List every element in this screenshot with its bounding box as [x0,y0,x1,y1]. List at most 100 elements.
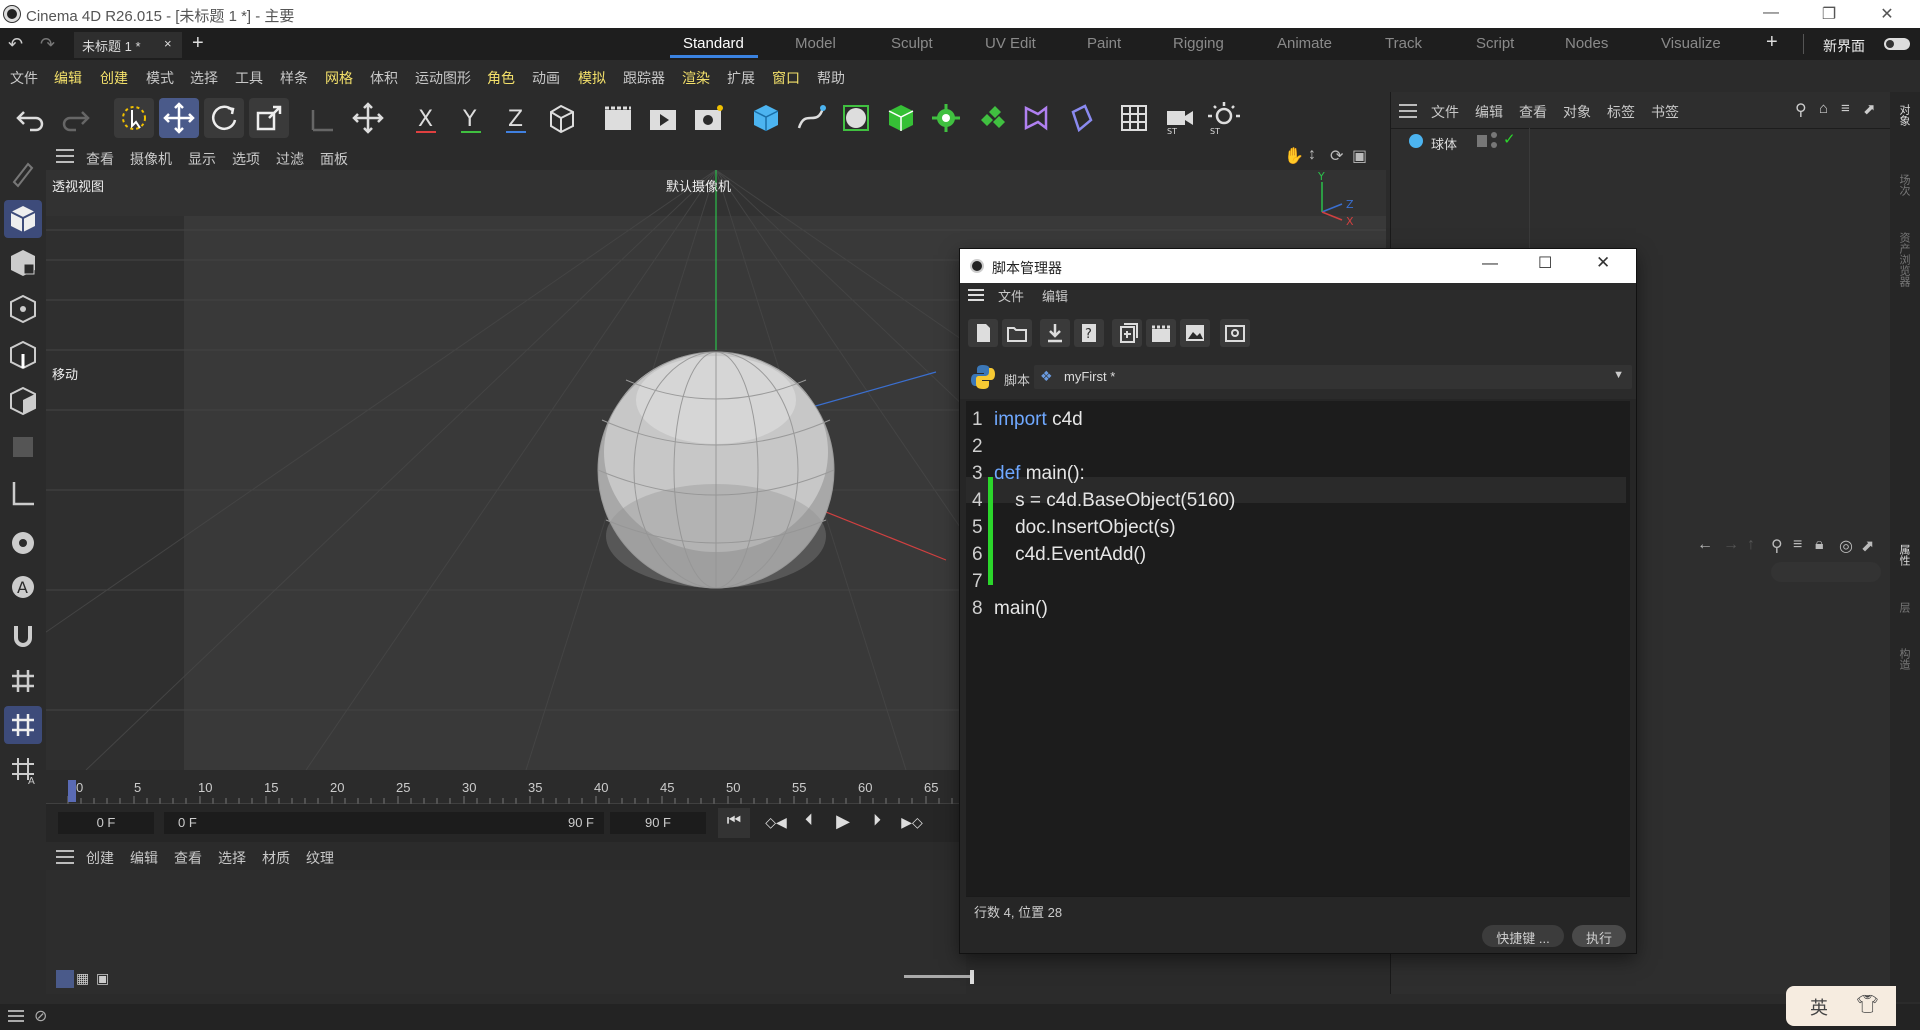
scale-tool-icon[interactable] [249,98,289,138]
menu-tracker[interactable]: 跟踪器 [623,68,665,88]
zoom-view-icon[interactable]: ↕ [1308,146,1316,164]
ime-indicator[interactable]: 英 👕︎ [1786,986,1896,1026]
render-picture-viewer-icon[interactable] [643,98,683,138]
viewport-hamburger-icon[interactable] [56,149,74,163]
workplane-lock-icon[interactable] [4,706,42,744]
attr-search-icon[interactable]: ⚲ [1771,536,1783,556]
status-menu-icon[interactable] [8,1010,24,1022]
grid-view-icon[interactable]: ▦ [76,970,94,988]
next-frame-icon[interactable]: ⏵ [862,808,892,838]
menu-file[interactable]: 文件 [10,68,38,88]
points-mode-icon[interactable] [4,290,42,328]
mat-menu-select[interactable]: 选择 [218,848,246,868]
viewport-menu-options[interactable]: 选项 [232,149,260,169]
shortcut-button[interactable]: 快捷键 ... [1482,925,1564,947]
minimize-button[interactable]: — [1756,4,1786,24]
script-clapper-icon[interactable] [1146,319,1176,347]
menu-spline[interactable]: 样条 [280,68,308,88]
restore-button[interactable]: ❐ [1814,4,1844,24]
tab-rigging[interactable]: Rigging [1173,35,1224,52]
add-layout-icon[interactable]: + [1766,31,1778,54]
viewport-menu-filter[interactable]: 过滤 [276,149,304,169]
new-script-icon[interactable] [968,319,998,347]
menu-window[interactable]: 窗口 [772,68,800,88]
sm-menu-file[interactable]: 文件 [998,286,1024,305]
viewport-menu-display[interactable]: 显示 [188,149,216,169]
large-view-icon[interactable]: ▣ [96,970,114,988]
light-object-icon[interactable]: ST [1204,98,1244,138]
field-icon[interactable] [1061,98,1101,138]
tab-paint[interactable]: Paint [1087,35,1121,52]
script-image-icon[interactable] [1180,319,1210,347]
target-icon[interactable]: ◎ [1839,536,1853,556]
tab-standard[interactable]: Standard [683,35,744,52]
menu-create[interactable]: 创建 [100,68,128,88]
menu-volume[interactable]: 体积 [370,68,398,88]
obj-menu-file[interactable]: 文件 [1431,102,1459,122]
attr-filter-icon[interactable]: ≡ [1793,536,1802,554]
workplane-align-icon[interactable]: A [4,750,42,788]
current-frame-field[interactable]: 0 F [58,812,154,834]
tab-model[interactable]: Model [795,35,836,52]
render-settings-icon[interactable] [688,98,728,138]
toggle-views-icon[interactable]: ▣ [1352,146,1367,166]
coordinate-system-icon[interactable] [303,98,343,138]
z-axis-lock-icon[interactable]: Z [496,98,536,138]
mat-menu-texture[interactable]: 纹理 [306,848,334,868]
polygons-mode-icon[interactable] [4,382,42,420]
prev-frame-icon[interactable]: ⏴ [794,808,824,838]
preview-size-handle[interactable] [970,970,974,984]
close-tab-icon[interactable]: × [164,36,172,51]
move-tool-icon[interactable] [159,98,199,138]
mat-menu-create[interactable]: 创建 [86,848,114,868]
vtab-objects[interactable]: 对象 [1896,104,1912,126]
menu-mesh[interactable]: 网格 [325,68,353,88]
mat-menu-view[interactable]: 查看 [174,848,202,868]
vtab-layers[interactable]: 层 [1896,602,1912,613]
obj-menu-view[interactable]: 查看 [1519,102,1547,122]
obj-menu-tags[interactable]: 标签 [1607,102,1635,122]
menu-mode[interactable]: 模式 [146,68,174,88]
viewport-menu-cameras[interactable]: 摄像机 [130,149,172,169]
x-axis-lock-icon[interactable]: X [406,98,446,138]
import-script-icon[interactable] [1040,319,1070,347]
close-button[interactable]: ✕ [1872,4,1902,24]
tab-animate[interactable]: Animate [1277,35,1332,52]
menu-mograph[interactable]: 运动图形 [415,68,471,88]
enabled-check-icon[interactable]: ✓ [1503,130,1516,148]
transform-icon[interactable] [348,98,388,138]
sculpt-mode-icon[interactable] [4,154,42,192]
list-view-icon[interactable] [56,970,74,988]
play-icon[interactable]: ▶ [828,808,858,838]
redo-icon[interactable] [56,98,96,138]
live-selection-icon[interactable] [114,98,154,138]
world-coordinates-icon[interactable] [541,98,581,138]
execute-button[interactable]: 执行 [1572,925,1626,947]
deformer-icon[interactable] [1016,98,1056,138]
auto-key-icon[interactable]: A [4,568,42,606]
orbit-view-icon[interactable]: ⟳ [1330,146,1343,166]
material-hamburger-icon[interactable] [56,850,74,864]
prev-key-icon[interactable]: ◇◀ [760,808,792,838]
menu-animation[interactable]: 动画 [532,68,560,88]
vtab-attributes[interactable]: 属性 [1896,544,1912,566]
script-folder-search-icon[interactable] [1220,319,1250,347]
camera-label[interactable]: 默认摄像机 [666,176,731,195]
spline-pen-icon[interactable] [791,98,831,138]
sm-maximize-button[interactable]: ☐ [1538,253,1552,273]
undo-icon[interactable] [10,98,50,138]
pan-view-icon[interactable]: ✋ [1284,146,1304,166]
viewport-menu-panel[interactable]: 面板 [320,149,348,169]
sm-menu-edit[interactable]: 编辑 [1042,286,1068,305]
render-view-icon[interactable] [598,98,638,138]
tab-uv-edit[interactable]: UV Edit [985,35,1036,52]
tab-script[interactable]: Script [1476,35,1514,52]
attr-new-window-icon[interactable]: ⬈ [1861,536,1874,556]
script-manager-titlebar[interactable]: 脚本管理器 — ☐ ✕ [960,249,1636,283]
new-tab-icon[interactable]: + [192,32,204,55]
mesh-mode-icon[interactable] [4,244,42,282]
mat-menu-edit[interactable]: 编辑 [130,848,158,868]
up-arrow-icon[interactable]: ↑ [1747,536,1755,554]
back-arrow-icon[interactable]: ← [1697,536,1713,554]
menu-render[interactable]: 渲染 [682,68,710,88]
